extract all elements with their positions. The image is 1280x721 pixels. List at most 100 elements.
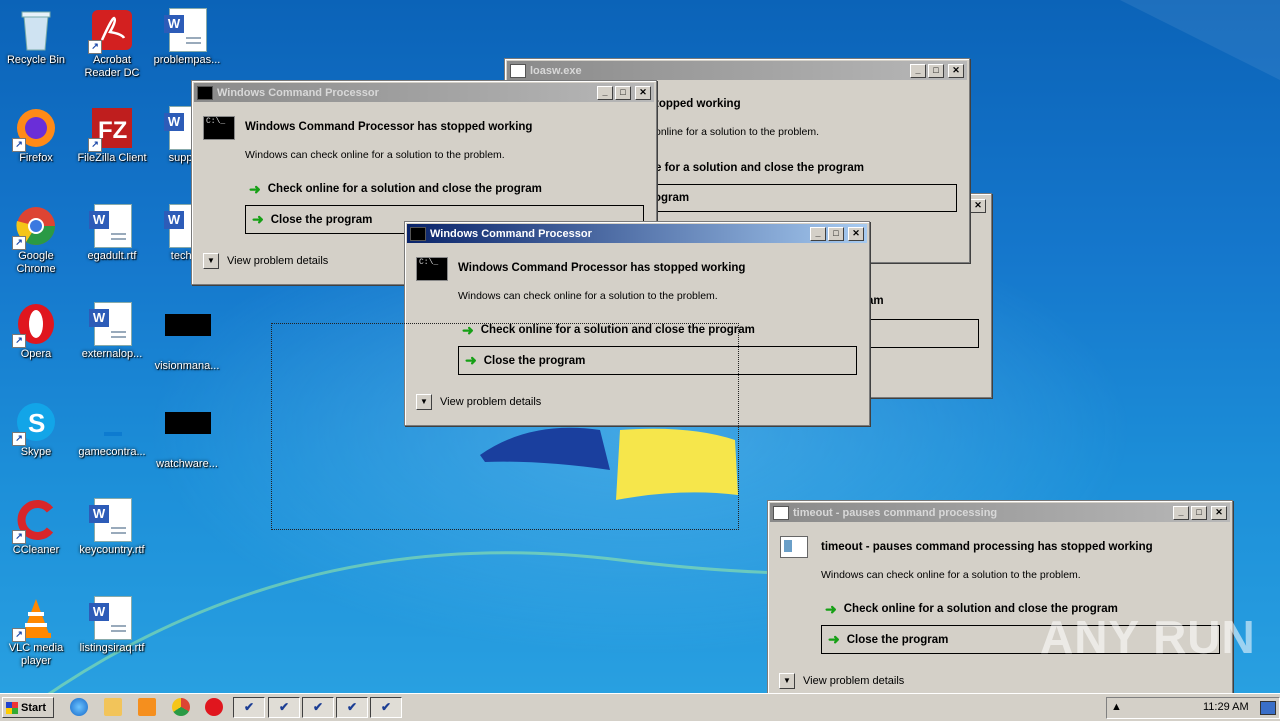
tray-expand-icon[interactable]: ▲: [1111, 701, 1122, 713]
start-button[interactable]: Start: [2, 697, 54, 718]
error-subtext: Windows can check online for a solution …: [245, 149, 505, 161]
close-icon[interactable]: ✕: [970, 198, 986, 213]
close-icon[interactable]: ✕: [948, 63, 964, 78]
close-program-option[interactable]: ogram: [643, 184, 957, 212]
check-online-option[interactable]: e for a solution and close the program: [655, 159, 864, 177]
cmd-icon: C:\_: [416, 257, 448, 281]
error-subtext: online for a solution to the problem.: [655, 126, 820, 138]
opera-icon[interactable]: [205, 698, 223, 716]
recycle-bin-icon: [14, 8, 58, 52]
close-icon[interactable]: ✕: [1211, 505, 1227, 520]
taskbar-button-error-3[interactable]: ✔: [302, 697, 334, 718]
word-doc-icon: W: [89, 204, 132, 248]
acrobat-icon: ↗: [88, 8, 134, 54]
chevron-down-icon[interactable]: ▼: [779, 673, 795, 689]
title-bar[interactable]: Windows Command Processor _ □ ✕: [407, 224, 867, 243]
error-subtext: Windows can check online for a solution …: [458, 290, 718, 302]
desktop-icon-externalop[interactable]: W externalop...: [74, 302, 150, 361]
app-icon: [510, 63, 526, 78]
ie-icon[interactable]: [70, 698, 88, 716]
error-heading: timeout - pauses command processing has …: [821, 541, 1153, 553]
svg-text:FZ: FZ: [98, 117, 127, 144]
minimize-icon[interactable]: _: [810, 226, 826, 241]
view-details-toggle[interactable]: ▼ View problem details: [779, 673, 904, 689]
desktop-icon-firefox[interactable]: ↗ Firefox: [0, 106, 74, 165]
cmd-icon: [410, 226, 426, 241]
vlc-icon: ↗: [12, 596, 58, 642]
maximize-icon[interactable]: □: [615, 85, 631, 100]
green-arrow-icon: ➜: [249, 180, 261, 197]
desktop-icon-skype[interactable]: S ↗ Skype: [0, 400, 74, 459]
window-title: loasw.exe: [530, 64, 582, 77]
close-icon[interactable]: ✕: [848, 226, 864, 241]
taskbar: Start ✔ ✔ ✔ ✔ ✔ ▲ 11:29 AM: [0, 693, 1280, 721]
desktop-icon-watchware[interactable]: watchware...: [149, 400, 225, 471]
desktop-icon-gamecontra[interactable]: gamecontra...: [74, 400, 150, 459]
cmd-icon: [197, 85, 213, 100]
maximize-icon[interactable]: □: [1191, 505, 1207, 520]
chrome-icon[interactable]: [172, 698, 190, 716]
desktop-icon-recycle-bin[interactable]: Recycle Bin: [0, 8, 74, 67]
desktop-icon-keycountry[interactable]: W keycountry.rtf: [74, 498, 150, 557]
app-icon: [773, 505, 789, 520]
word-doc-icon: W: [89, 596, 132, 640]
maximize-icon[interactable]: □: [828, 226, 844, 241]
black-file-icon: [165, 412, 211, 434]
error-dialog-timeout[interactable]: timeout - pauses command processing _ □ …: [767, 500, 1233, 705]
close-program-option[interactable]: [865, 319, 979, 348]
svg-text:S: S: [28, 408, 45, 438]
desktop-icon-chrome[interactable]: ↗ Google Chrome: [0, 204, 74, 276]
view-details-toggle[interactable]: ▼ View problem details: [203, 253, 328, 269]
taskbar-button-error-4[interactable]: ✔: [336, 697, 368, 718]
media-player-icon[interactable]: [138, 698, 156, 716]
show-desktop-icon[interactable]: [1260, 701, 1276, 715]
taskbar-button-error-1[interactable]: ✔: [233, 697, 265, 718]
blue-file-icon: [90, 400, 134, 444]
minimize-icon[interactable]: _: [910, 63, 926, 78]
anyrun-watermark: ANY RUN: [1040, 611, 1256, 663]
green-arrow-icon: ➜: [252, 211, 264, 227]
windows-logo-icon: [6, 701, 18, 714]
minimize-icon[interactable]: _: [1173, 505, 1189, 520]
window-title: timeout - pauses command processing: [793, 506, 998, 519]
window-title: Windows Command Processor: [217, 86, 379, 99]
title-bar[interactable]: loasw.exe _ □ ✕: [507, 61, 967, 80]
ccleaner-icon: ↗: [12, 498, 58, 544]
error-subtext: Windows can check online for a solution …: [821, 569, 1081, 581]
selection-rectangle: [271, 323, 739, 530]
green-arrow-icon: ➜: [828, 631, 840, 647]
filezilla-icon: FZ ↗: [88, 106, 134, 152]
opera-icon: ↗: [12, 302, 58, 348]
firefox-icon: ↗: [12, 106, 58, 152]
taskbar-button-error-5[interactable]: ✔: [370, 697, 402, 718]
desktop-icon-acrobat[interactable]: ↗ Acrobat Reader DC: [74, 8, 150, 80]
desktop-icon-filezilla[interactable]: FZ ↗ FileZilla Client: [74, 106, 150, 165]
desktop-icon-listingsiraq[interactable]: W listingsiraq.rtf: [74, 596, 150, 655]
word-doc-icon: W: [89, 498, 132, 542]
chevron-down-icon[interactable]: ▼: [203, 253, 219, 269]
desktop-icon-visionmana[interactable]: visionmana...: [149, 302, 225, 373]
desktop-icon-ccleaner[interactable]: ↗ CCleaner: [0, 498, 74, 557]
explorer-icon[interactable]: [104, 698, 122, 716]
chrome-icon: ↗: [12, 204, 58, 250]
error-heading: Windows Command Processor has stopped wo…: [458, 262, 746, 274]
desktop-icon-problempas[interactable]: W problempas...: [149, 8, 225, 67]
error-heading: Windows Command Processor has stopped wo…: [245, 121, 533, 133]
close-icon[interactable]: ✕: [635, 85, 651, 100]
black-file-icon: [165, 314, 211, 336]
minimize-icon[interactable]: _: [597, 85, 613, 100]
desktop-icon-opera[interactable]: ↗ Opera: [0, 302, 74, 361]
check-online-option[interactable]: ➜ Check online for a solution and close t…: [245, 180, 542, 198]
green-arrow-icon: ➜: [825, 600, 837, 617]
maximize-icon[interactable]: □: [928, 63, 944, 78]
system-tray: ▲ 11:29 AM: [1106, 697, 1280, 719]
program-window-icon: [780, 536, 808, 558]
desktop-icon-vlc[interactable]: ↗ VLC media player: [0, 596, 74, 668]
error-heading: topped working: [655, 98, 741, 110]
word-doc-icon: W: [89, 302, 132, 346]
taskbar-button-error-2[interactable]: ✔: [268, 697, 300, 718]
clock[interactable]: 11:29 AM: [1203, 701, 1249, 713]
title-bar[interactable]: Windows Command Processor _ □ ✕: [194, 83, 654, 102]
desktop-icon-egadult[interactable]: W egadult.rtf: [74, 204, 150, 263]
title-bar[interactable]: timeout - pauses command processing _ □ …: [770, 503, 1230, 522]
